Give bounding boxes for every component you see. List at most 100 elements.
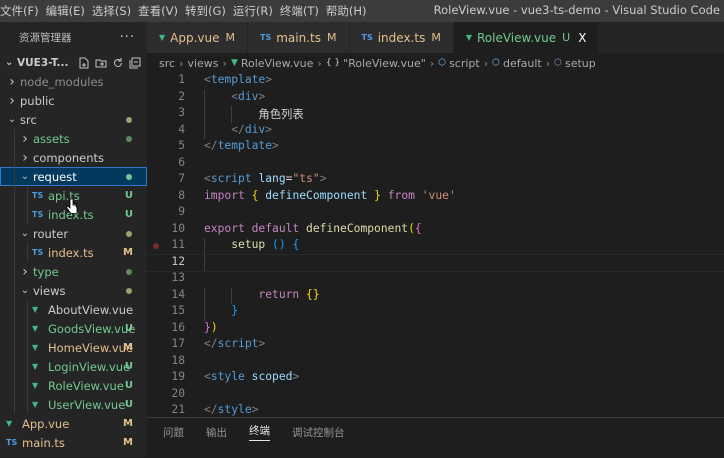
code-token: </ bbox=[231, 122, 245, 136]
code-token: > bbox=[258, 337, 266, 350]
tree-item-label: views bbox=[33, 283, 66, 298]
chevron-down-icon: ⌄ bbox=[20, 228, 30, 239]
folder-item[interactable]: › components bbox=[0, 148, 147, 167]
indent-guide bbox=[204, 106, 205, 123]
editor-tabs: ▼ App.vue M TS main.ts M TS index.ts M ▼ RoleView.… bbox=[147, 22, 724, 53]
file-item[interactable]: ▼ LoginView.vue U bbox=[0, 357, 147, 376]
file-item[interactable]: TS main.ts M bbox=[0, 433, 147, 452]
code-line: 11 setup () { bbox=[147, 238, 724, 255]
menu-item[interactable]: 运行(R) bbox=[233, 3, 279, 19]
collapse-all-icon[interactable] bbox=[129, 57, 141, 69]
code-token: script bbox=[217, 337, 259, 350]
panel-tab[interactable]: 问题 bbox=[163, 425, 184, 440]
file-item[interactable]: ▼ UserView.vue U bbox=[0, 395, 147, 414]
panel-tab[interactable]: 终端 bbox=[249, 423, 270, 441]
breadcrumb-item[interactable]: default bbox=[503, 57, 542, 70]
tab-main-ts[interactable]: TS main.ts M bbox=[248, 22, 350, 53]
menu-item[interactable]: 选择(S) bbox=[92, 3, 137, 19]
tree-item-label: node_modules bbox=[20, 74, 104, 89]
indent-guide bbox=[204, 89, 205, 106]
refresh-icon[interactable] bbox=[112, 57, 124, 69]
code-token: defineComponent bbox=[306, 221, 409, 235]
folder-item[interactable]: › node_modules bbox=[0, 72, 147, 91]
code-text: import { defineComponent } from 'vue' bbox=[185, 189, 456, 206]
code-line: 3 角色列表 bbox=[147, 106, 724, 123]
indent-guide bbox=[14, 319, 15, 338]
panel-tab[interactable]: 输出 bbox=[206, 425, 227, 440]
more-actions-icon[interactable]: ··· bbox=[120, 30, 135, 45]
folder-item[interactable]: › type bbox=[0, 262, 147, 281]
chevron-down-icon: ⌄ bbox=[20, 171, 30, 182]
breadcrumb-item[interactable]: RoleView.vue bbox=[241, 57, 314, 70]
code-line: 2 <div> bbox=[147, 89, 724, 106]
code-token: default bbox=[251, 221, 300, 235]
breadcrumb-item[interactable]: "RoleView.vue" bbox=[343, 57, 426, 70]
code-token: > bbox=[265, 122, 273, 136]
panel-tab[interactable]: 调试控制台 bbox=[292, 425, 345, 440]
indent-guide bbox=[27, 300, 28, 319]
code-token: { bbox=[292, 238, 300, 251]
menu-item[interactable]: 转到(G) bbox=[185, 3, 232, 19]
code-token: } bbox=[204, 320, 211, 334]
tab-index-ts[interactable]: TS index.ts M bbox=[349, 22, 454, 53]
code-token: style bbox=[210, 370, 245, 383]
git-status-badge: U bbox=[124, 190, 133, 201]
tab-status: U bbox=[562, 31, 571, 44]
breadcrumb-item[interactable]: src bbox=[159, 57, 175, 70]
code-token: script bbox=[210, 172, 252, 185]
indent-guide bbox=[14, 129, 15, 148]
folder-item[interactable]: ⌄ src bbox=[0, 110, 147, 129]
indent-guide bbox=[231, 287, 232, 304]
menu-item[interactable]: 文件(F) bbox=[0, 3, 45, 19]
tree-item-label: public bbox=[20, 93, 55, 108]
project-root[interactable]: ⌄ VUE3-T... bbox=[0, 53, 147, 72]
code-text: return {} bbox=[185, 288, 319, 305]
folder-item[interactable]: › assets bbox=[0, 129, 147, 148]
indent-guide bbox=[14, 167, 15, 186]
vue-file-icon: ▼ bbox=[32, 400, 39, 409]
typescript-file-icon: TS bbox=[32, 191, 44, 200]
breadcrumb-item[interactable]: setup bbox=[565, 57, 596, 70]
code-text: 角色列表 bbox=[185, 106, 303, 123]
code-line: 14 return {} bbox=[147, 287, 724, 305]
code-line: 8 import { defineComponent } from 'vue' bbox=[147, 189, 724, 206]
file-item[interactable]: ▼ AboutView.vue bbox=[0, 300, 147, 319]
file-item[interactable]: ▼ App.vue M bbox=[0, 414, 147, 433]
chevron-right-icon: › bbox=[22, 130, 28, 147]
menu-item[interactable]: 帮助(H) bbox=[326, 3, 373, 19]
chevron-right-icon: › bbox=[429, 56, 435, 70]
code-editor[interactable]: 1 <template> 2 <div> 3 角色列表 4 </div> 5 </templ… bbox=[147, 73, 724, 420]
menu-item[interactable]: 编辑(E) bbox=[46, 3, 91, 19]
tab-roleview-vue[interactable]: ▼ RoleView.vue U X bbox=[453, 22, 600, 53]
new-file-icon[interactable] bbox=[78, 57, 90, 69]
indent-guide bbox=[14, 338, 15, 357]
file-item[interactable]: ▼ GoodsView.vue U bbox=[0, 319, 147, 338]
code-line: 4 </div> bbox=[147, 122, 724, 139]
new-folder-icon[interactable] bbox=[95, 57, 107, 69]
folder-item[interactable]: ⌄ request bbox=[0, 167, 147, 186]
close-icon[interactable]: X bbox=[578, 31, 586, 45]
indent-guide bbox=[231, 106, 232, 123]
folder-item[interactable]: › public bbox=[0, 91, 147, 110]
code-token: defineComponent bbox=[265, 188, 368, 202]
breadcrumb-item[interactable]: views bbox=[187, 57, 218, 70]
tab-app-vue[interactable]: ▼ App.vue M bbox=[147, 22, 249, 53]
folder-item[interactable]: ⌄ router bbox=[0, 224, 147, 243]
indent-guide bbox=[27, 243, 28, 262]
code-line: 19 <style scoped> bbox=[147, 370, 724, 387]
breadcrumb-item[interactable]: script bbox=[449, 57, 480, 70]
menu-item[interactable]: 终端(T) bbox=[280, 3, 325, 19]
code-token: ) bbox=[210, 320, 218, 334]
folder-item[interactable]: ⌄ views bbox=[0, 281, 147, 300]
git-status-badge: M bbox=[123, 437, 133, 448]
file-item[interactable]: ▼ HomeView.vue M bbox=[0, 338, 147, 357]
breakpoint-hint-icon[interactable] bbox=[153, 243, 159, 249]
menu-item[interactable]: 查看(V) bbox=[138, 3, 184, 19]
file-item[interactable]: TS index.ts M bbox=[0, 243, 147, 262]
vue-file-icon: ▼ bbox=[32, 305, 39, 314]
tree-item-label: request bbox=[33, 169, 77, 184]
file-item[interactable]: ▼ RoleView.vue U bbox=[0, 376, 147, 395]
line-number: 7 bbox=[178, 172, 185, 185]
bottom-panel: 问题 输出 终端 调试控制台 bbox=[147, 417, 724, 458]
